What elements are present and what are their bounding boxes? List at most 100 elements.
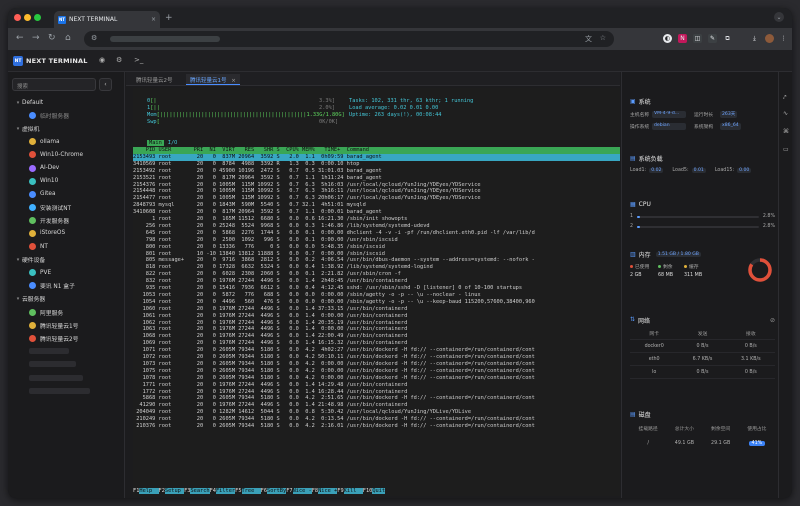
fkey-key[interactable]: F2 bbox=[159, 488, 165, 494]
new-tab-button[interactable]: + bbox=[165, 13, 173, 23]
sidebar-item[interactable]: 临时服务器 bbox=[8, 109, 125, 122]
folder-icon[interactable]: ▭ bbox=[783, 146, 789, 153]
sidebar-group[interactable]: ▾Default bbox=[8, 96, 125, 109]
fkey-label[interactable]: SortBy bbox=[267, 488, 286, 494]
close-window-button[interactable] bbox=[14, 14, 21, 21]
sidebar-item[interactable]: PVE bbox=[8, 266, 125, 279]
fkey-key[interactable]: F5 bbox=[235, 488, 241, 494]
sidebar-item[interactable]: NT bbox=[8, 240, 125, 253]
table-row[interactable]: 210376 root 20 0 2605M 79344 5180 S 0.0 … bbox=[133, 423, 535, 430]
settings-gear-icon[interactable]: ⚙ bbox=[116, 56, 122, 64]
tab-tencent-2[interactable]: 腾讯轻量云2号 bbox=[132, 74, 177, 85]
close-tab-icon[interactable]: × bbox=[151, 16, 156, 23]
sidebar-item-label: 阿里服务 bbox=[40, 308, 63, 317]
stats-chart-icon[interactable]: ∿ bbox=[783, 110, 788, 117]
fkey-label[interactable]: Search bbox=[190, 488, 209, 494]
reload-icon[interactable]: ↻ bbox=[48, 33, 56, 43]
sidebar-item[interactable]: iStoreOS bbox=[8, 227, 125, 240]
fkey-label[interactable]: Filter bbox=[216, 488, 235, 494]
sidebar-item[interactable]: Win10 bbox=[8, 175, 125, 188]
browser-tab[interactable]: NT NEXT TERMINAL × bbox=[54, 11, 160, 28]
extension-3-icon[interactable]: ◫ bbox=[693, 34, 702, 43]
extensions-puzzle-icon[interactable]: ⧉ bbox=[723, 34, 732, 43]
app-logo: NT bbox=[13, 56, 23, 66]
share-icon[interactable]: ⤤ bbox=[783, 94, 786, 102]
htop-view-tab[interactable]: I/O bbox=[166, 140, 180, 146]
sidebar-item[interactable]: 腾讯轻量云2号 bbox=[8, 332, 125, 345]
fkey-key[interactable]: F10 bbox=[363, 488, 373, 494]
sidebar-item[interactable]: 开发服务器 bbox=[8, 214, 125, 227]
profile-avatar[interactable] bbox=[765, 34, 774, 43]
tab-favicon-icon: NT bbox=[58, 16, 66, 24]
translate-icon[interactable]: 文 bbox=[585, 34, 592, 44]
fkey-label[interactable]: Help bbox=[139, 488, 158, 494]
browser-tab-title: NEXT TERMINAL bbox=[69, 16, 117, 23]
tab-search-icon[interactable]: ⌄ bbox=[774, 12, 784, 22]
sidebar-group[interactable]: ▾虚拟机 bbox=[8, 122, 125, 135]
chevron-down-icon[interactable]: ▾ bbox=[14, 296, 22, 302]
extension-1-icon[interactable]: ◐ bbox=[663, 34, 672, 43]
browser-menu-icon[interactable]: ⋮ bbox=[779, 34, 788, 43]
load15-label: Load15: bbox=[715, 168, 734, 173]
sidebar-item[interactable]: Win10-Chrome bbox=[8, 148, 125, 161]
sidebar-item[interactable]: 腾讯轻量云1号 bbox=[8, 319, 125, 332]
redacted-label bbox=[29, 388, 90, 394]
sidebar-item[interactable]: Gitea bbox=[8, 188, 125, 201]
bookmark-star-icon[interactable]: ☆ bbox=[600, 34, 606, 42]
address-bar[interactable]: ⚙ 文 ☆ bbox=[84, 31, 614, 47]
github-icon[interactable]: ◉ bbox=[99, 56, 105, 64]
eye-off-icon[interactable]: ⊘ bbox=[770, 317, 775, 324]
fkey-label[interactable]: Nice - bbox=[293, 488, 312, 494]
close-terminal-tab-icon[interactable]: × bbox=[231, 78, 236, 84]
uptime-label: 运行时长 bbox=[694, 111, 720, 118]
fkey-key[interactable]: F9 bbox=[337, 488, 343, 494]
sidebar-item[interactable]: 安装测试NT bbox=[8, 201, 125, 214]
terminal-screen[interactable]: 0[|3.3%]1[||2.0%]Mem[|||||||||||||||||||… bbox=[133, 88, 620, 496]
minimize-window-button[interactable] bbox=[24, 14, 31, 21]
network-recv: 3.1 KB/s bbox=[727, 357, 775, 362]
sidebar-item[interactable]: 斐讯 N1 盒子 bbox=[8, 279, 125, 292]
home-icon[interactable]: ⌂ bbox=[65, 33, 71, 43]
browser-toolbar: ← → ↻ ⌂ ⚙ 文 ☆ ◐ N ◫ ✎ ⧉ ⤓ ⋮ bbox=[8, 28, 792, 50]
disk-section: ▤磁盘 挂载路径 总计大小 剩余空间 使用占比 / 49.1 GB 29.1 G… bbox=[630, 410, 775, 449]
search-input[interactable]: 搜索 bbox=[12, 78, 96, 91]
sidebar-item[interactable]: AI-Dev bbox=[8, 161, 125, 174]
fkey-label[interactable]: Setup bbox=[165, 488, 184, 494]
chevron-down-icon[interactable]: ▾ bbox=[14, 126, 22, 132]
asset-sidebar: 搜索 ‹ ▾Default临时服务器▾虚拟机ollamaWin10-Chrome… bbox=[8, 72, 125, 498]
tab-tencent-1[interactable]: 腾讯轻量云1号 × bbox=[186, 74, 240, 85]
cpu-icon: ▦ bbox=[630, 201, 636, 208]
extension-2-icon[interactable]: N bbox=[678, 34, 687, 43]
fkey-label[interactable]: Kill bbox=[344, 488, 363, 494]
right-icon-rail: ⤤ ∿ ⌘ ▭ bbox=[778, 72, 792, 498]
download-icon[interactable]: ⤓ bbox=[750, 34, 759, 43]
cpu-core-row: 2 2.8% bbox=[630, 224, 775, 229]
collapse-sidebar-button[interactable]: ‹ bbox=[99, 78, 112, 91]
network-iface: eth0 bbox=[630, 357, 678, 362]
server-icon bbox=[29, 204, 36, 211]
server-icon bbox=[29, 191, 36, 198]
site-info-icon[interactable]: ⚙ bbox=[91, 34, 97, 42]
extension-4-icon[interactable]: ✎ bbox=[708, 34, 717, 43]
fkey-label[interactable]: Tree bbox=[242, 488, 261, 494]
terminal-prompt-icon[interactable]: >_ bbox=[134, 56, 143, 64]
chevron-down-icon[interactable]: ▾ bbox=[14, 100, 22, 106]
maximize-window-button[interactable] bbox=[34, 14, 41, 21]
sidebar-item[interactable]: 阿里服务 bbox=[8, 306, 125, 319]
system-info-section: ▣系统 主机名称 VM-4-9-d... 运行时长 263天 操作系统 debi… bbox=[630, 97, 775, 130]
code-icon[interactable]: ⌘ bbox=[783, 128, 789, 135]
chevron-down-icon[interactable]: ▾ bbox=[14, 257, 22, 263]
htop-view-tab[interactable]: Main bbox=[147, 140, 164, 146]
load-section-title: 系统负载 bbox=[639, 154, 663, 163]
sidebar-group[interactable]: ▾硬件设备 bbox=[8, 253, 125, 266]
fkey-label[interactable]: Quit bbox=[372, 488, 385, 494]
table-row: lo 0 B/s 0 B/s bbox=[630, 366, 775, 379]
disk-usage-badge: 41% bbox=[749, 441, 766, 446]
sidebar-group[interactable]: ▾云服务器 bbox=[8, 292, 125, 305]
fkey-key[interactable]: F7 bbox=[286, 488, 292, 494]
fkey-label[interactable]: Nice + bbox=[318, 488, 337, 494]
sidebar-item[interactable]: ollama bbox=[8, 135, 125, 148]
forward-icon[interactable]: → bbox=[32, 33, 40, 43]
disk-col-free: 剩余空间 bbox=[703, 425, 739, 432]
back-icon[interactable]: ← bbox=[16, 33, 24, 43]
